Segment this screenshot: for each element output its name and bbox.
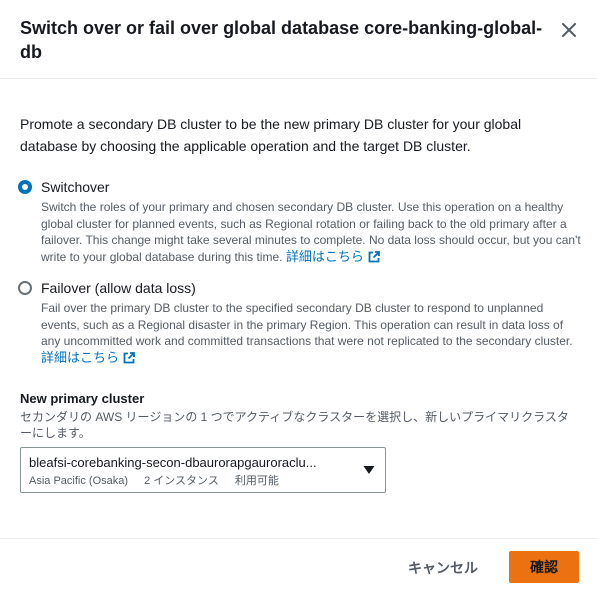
primary-cluster-status: 利用可能 bbox=[234, 475, 279, 487]
caret-down-icon bbox=[363, 466, 375, 474]
failover-radio[interactable] bbox=[18, 281, 32, 295]
failover-description-text: Fail over the primary DB cluster to the … bbox=[41, 301, 573, 348]
failover-label: Failover (allow data loss) bbox=[41, 280, 196, 296]
failover-learn-more-label: 詳細はこちら bbox=[41, 349, 120, 365]
switchover-label: Switchover bbox=[41, 179, 110, 195]
external-link-icon bbox=[123, 351, 135, 364]
modal-title: Switch over or fail over global database… bbox=[20, 18, 543, 62]
modal-footer: キャンセル 確認 bbox=[0, 538, 597, 593]
confirm-button[interactable]: 確認 bbox=[509, 551, 579, 583]
primary-cluster-description: セカンダリの AWS リージョンの 1 つでアクティブなクラスターを選択し、新し… bbox=[20, 410, 569, 440]
primary-cluster-instances: 2 インスタンス bbox=[144, 475, 219, 487]
switchover-radio[interactable] bbox=[18, 180, 32, 194]
close-icon bbox=[562, 23, 576, 37]
modal-header: Switch over or fail over global database… bbox=[0, 0, 597, 79]
switchover-learn-more-link[interactable]: 詳細はこちら bbox=[286, 249, 380, 266]
switchover-learn-more-label: 詳細はこちら bbox=[285, 248, 364, 264]
intro-text: Promote a secondary DB cluster to be the… bbox=[20, 116, 522, 154]
failover-learn-more-link[interactable]: 詳細はこちら bbox=[41, 350, 135, 367]
external-link-icon bbox=[368, 250, 380, 263]
cancel-button[interactable]: キャンセル bbox=[396, 552, 490, 584]
close-button[interactable] bbox=[556, 17, 582, 43]
primary-cluster-label: New primary cluster bbox=[20, 391, 145, 406]
primary-cluster-value: bleafsi-corebanking-secon-dbaurorapgauro… bbox=[29, 455, 317, 470]
switchover-failover-modal: Switch over or fail over global database… bbox=[0, 0, 597, 593]
primary-cluster-select[interactable]: bleafsi-corebanking-secon-dbaurorapgauro… bbox=[20, 447, 386, 493]
primary-cluster-details: Asia Pacific (Osaka) 2 インスタンス 利用可能 bbox=[29, 474, 351, 488]
switchover-description: Switch the roles of your primary and cho… bbox=[41, 199, 581, 265]
primary-cluster-region: Asia Pacific (Osaka) bbox=[29, 475, 129, 487]
failover-description: Fail over the primary DB cluster to the … bbox=[41, 300, 581, 366]
